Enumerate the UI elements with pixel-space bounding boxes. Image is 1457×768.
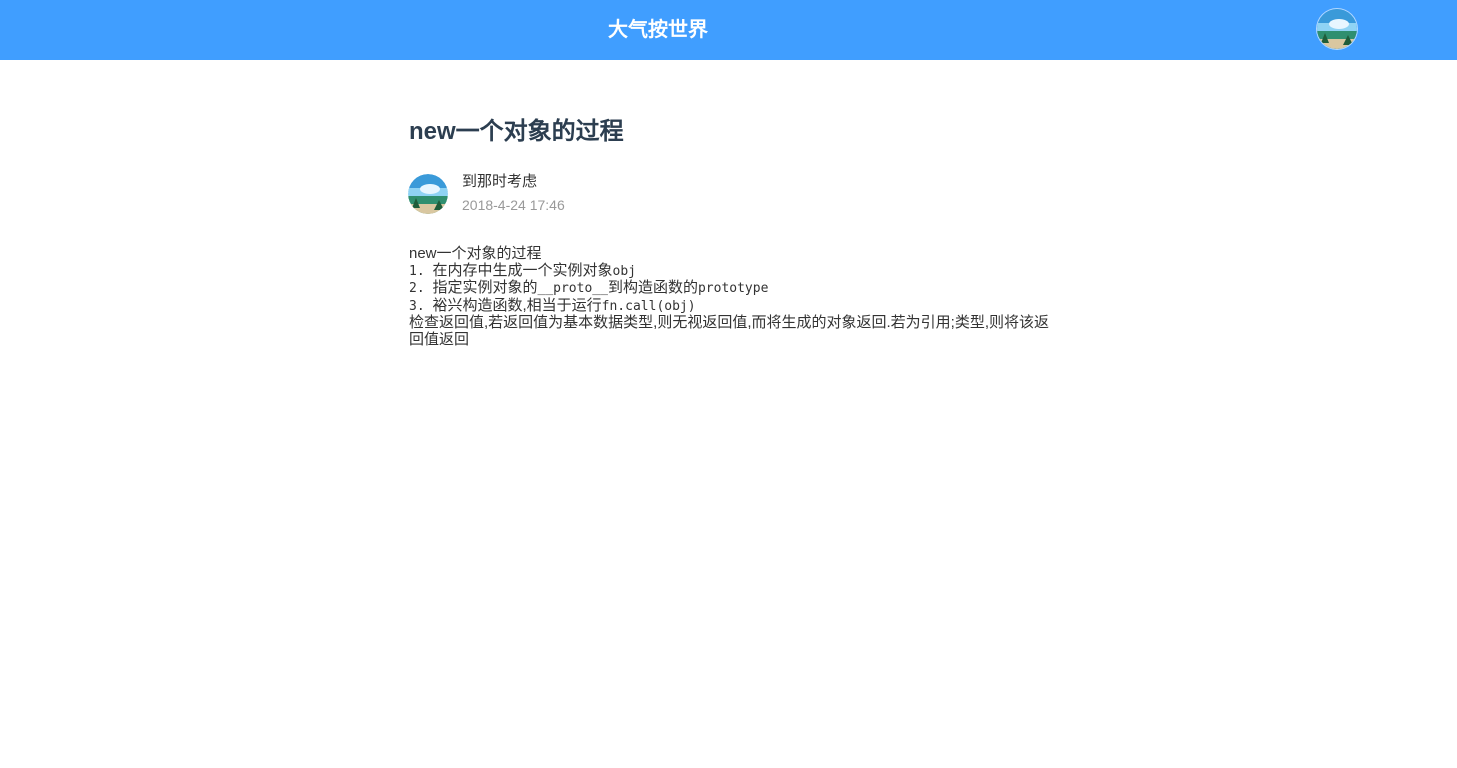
avatar-image xyxy=(1317,9,1357,49)
user-avatar-icon[interactable] xyxy=(1317,9,1357,49)
content-step-1: 1. 在内存中生成一个实例对象obj xyxy=(409,261,1049,281)
step-code: fn.call(obj) xyxy=(601,298,696,314)
content-heading: new一个对象的过程 xyxy=(409,245,542,262)
step-text: 裕兴构造函数,相当于运行 xyxy=(432,296,602,314)
step-text: 到构造函数的 xyxy=(607,279,698,296)
author-avatar-image xyxy=(408,174,448,214)
author-avatar-icon[interactable] xyxy=(408,174,448,214)
content-note: 检查返回值,若返回值为基本数据类型,则无视返回值,而将生成的对象返回.若为引用;… xyxy=(409,314,1050,348)
step-text: 指定实例对象的 xyxy=(432,279,538,296)
step-number: 1. xyxy=(409,263,433,279)
step-number: 2. xyxy=(409,281,433,296)
author-name[interactable]: 到那时考虑 xyxy=(462,172,537,192)
step-code: __proto__ xyxy=(537,281,608,296)
step-code: obj xyxy=(612,263,636,279)
article-content: new一个对象的过程 1. 在内存中生成一个实例对象obj 2. 指定实例对象的… xyxy=(409,245,1050,348)
site-title[interactable]: 大气按世界 xyxy=(608,16,708,44)
top-navbar: 大气按世界 xyxy=(0,0,1457,60)
step-number: 3. xyxy=(409,298,433,314)
step-text: 在内存中生成一个实例对象 xyxy=(432,261,613,279)
step-code: prototype xyxy=(697,281,769,296)
post-date: 2018-4-24 17:46 xyxy=(462,197,565,213)
content-step-2: 2. 指定实例对象的__proto__到构造函数的prototype xyxy=(409,279,1049,298)
article-title: new一个对象的过程 xyxy=(409,118,624,145)
content-step-3: 3. 裕兴构造函数,相当于运行fn.call(obj) xyxy=(409,296,1049,316)
